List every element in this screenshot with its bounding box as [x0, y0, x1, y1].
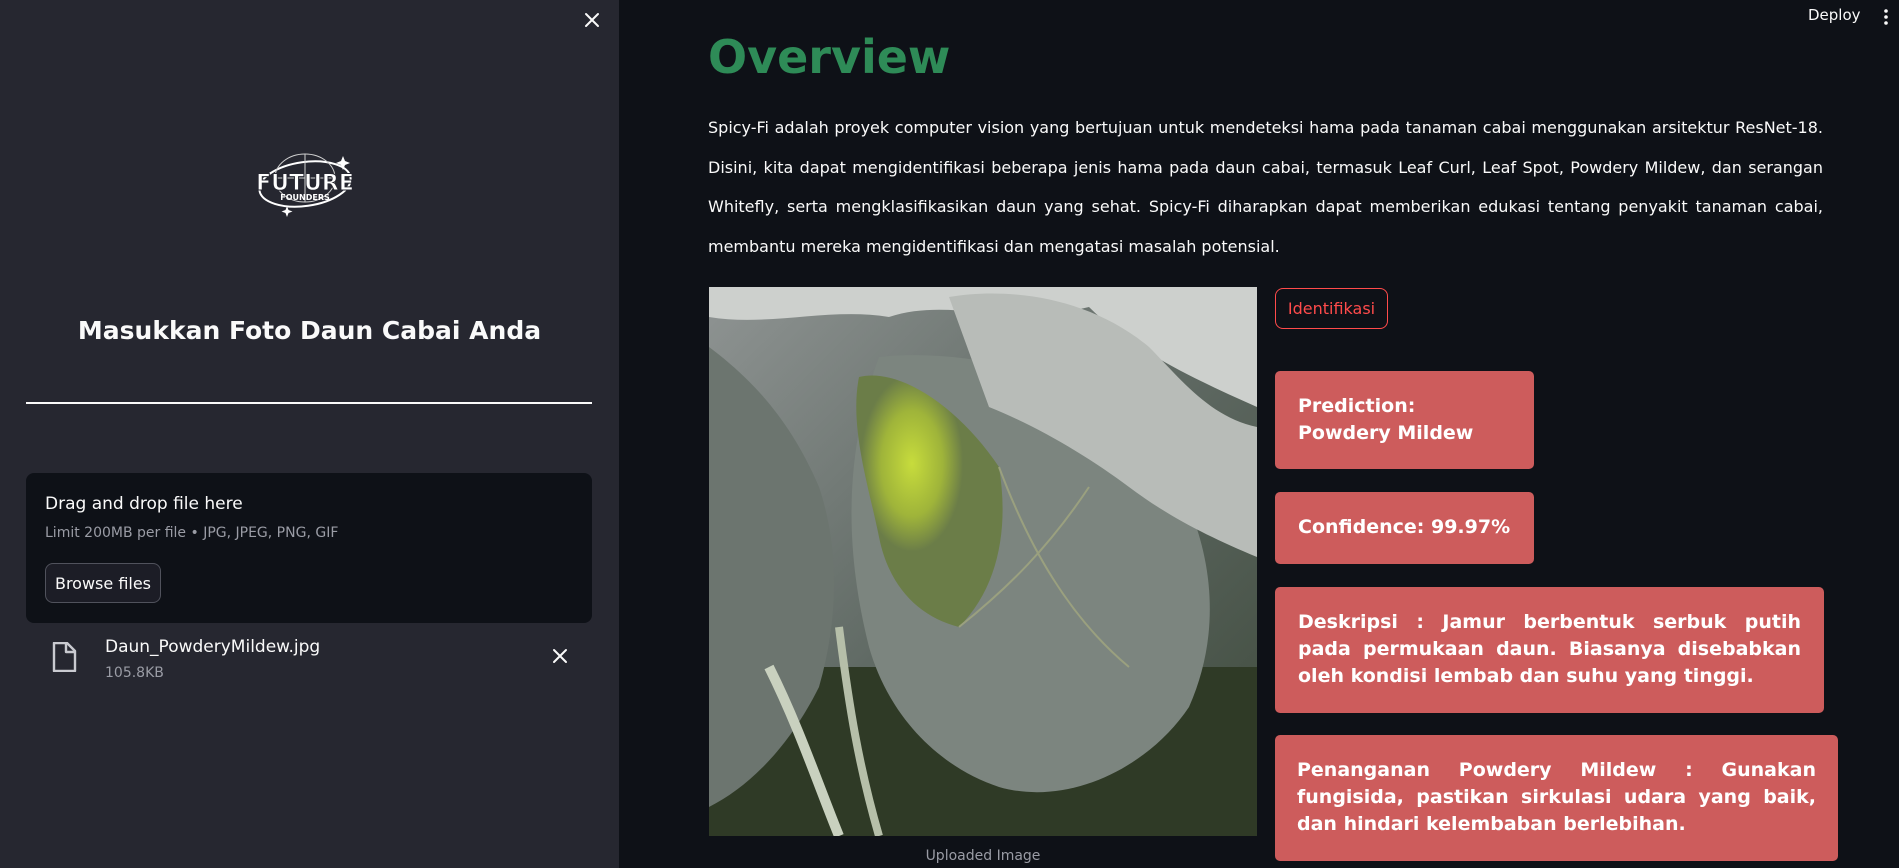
- sidebar: FUTURE FOUNDERS Masukkan Foto Daun Cabai…: [0, 0, 619, 868]
- confidence-card: Confidence: 99.97%: [1275, 492, 1534, 564]
- prediction-card: Prediction: Powdery Mildew: [1275, 371, 1534, 469]
- deploy-button[interactable]: Deploy: [1808, 6, 1861, 30]
- uploaded-leaf-image: [709, 287, 1257, 836]
- page-title: Overview: [708, 30, 951, 84]
- uploaded-file-item: Daun_PowderyMildew.jpg 105.8KB: [26, 632, 592, 688]
- file-dropzone[interactable]: Drag and drop file here Limit 200MB per …: [26, 473, 592, 623]
- identify-button[interactable]: Identifikasi: [1275, 288, 1388, 329]
- more-vertical-icon[interactable]: [1880, 6, 1892, 28]
- dropzone-limit: Limit 200MB per file • JPG, JPEG, PNG, G…: [45, 525, 339, 541]
- browse-files-button[interactable]: Browse files: [45, 563, 161, 603]
- dropzone-title: Drag and drop file here: [45, 494, 243, 514]
- description-card: Deskripsi : Jamur berbentuk serbuk putih…: [1275, 587, 1824, 713]
- file-size: 105.8KB: [105, 665, 164, 681]
- file-icon: [52, 642, 77, 672]
- file-name: Daun_PowderyMildew.jpg: [105, 637, 321, 657]
- overview-description: Spicy-Fi adalah proyek computer vision y…: [708, 118, 1823, 256]
- app: FUTURE FOUNDERS Masukkan Foto Daun Cabai…: [0, 0, 1899, 868]
- svg-text:FOUNDERS: FOUNDERS: [280, 193, 330, 202]
- future-founders-logo: FUTURE FOUNDERS: [241, 148, 369, 220]
- upload-title: Masukkan Foto Daun Cabai Anda: [77, 316, 542, 345]
- close-icon: [585, 13, 599, 27]
- remove-file-icon[interactable]: [550, 646, 570, 666]
- image-caption: Uploaded Image: [925, 848, 1041, 864]
- divider: [26, 402, 592, 404]
- close-sidebar-button[interactable]: [580, 6, 604, 34]
- handling-card: Penanganan Powdery Mildew : Gunakan fung…: [1275, 735, 1838, 861]
